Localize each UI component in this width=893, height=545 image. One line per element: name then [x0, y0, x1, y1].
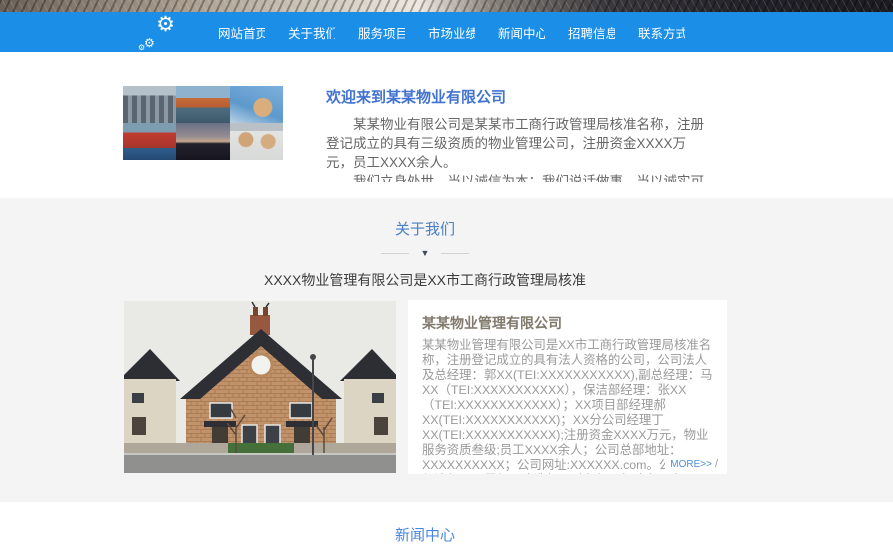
gear-icon: ⚙ [138, 44, 145, 52]
news-heading: 新闻中心 [123, 524, 727, 545]
photo-city-skyline [123, 86, 176, 123]
photo-port-cranes [176, 86, 230, 123]
card-title: 某某物业管理有限公司 [422, 313, 713, 333]
welcome-collage-photo [123, 86, 283, 160]
divider-line [381, 253, 409, 254]
about-card: 某某物业管理有限公司 某某物业管理有限公司是XX市工商行政管理局核准名称，注册登… [408, 300, 727, 474]
photo-dusk-crane [176, 123, 230, 160]
nav-items: 网站首页 关于我们 服务项目 市场业绩 新闻中心 招聘信息 联系方式 [218, 12, 685, 52]
nav-item-about[interactable]: 关于我们 [288, 23, 335, 42]
about-subtitle: XXXX物业管理有限公司是XX市工商行政管理局核准 [123, 270, 727, 290]
welcome-title: 欢迎来到某某物业有限公司 [326, 86, 704, 107]
divider-line [441, 253, 469, 254]
nav-item-news[interactable]: 新闻中心 [498, 23, 545, 42]
nav-item-performance[interactable]: 市场业绩 [428, 23, 475, 42]
banner-photo [0, 0, 893, 12]
gear-icon: ⚙ [144, 37, 155, 49]
photo-worker-plank [230, 86, 283, 123]
welcome-text: 欢迎来到某某物业有限公司 某某物业有限公司是某某市工商行政管理局核准名称，注册登… [326, 86, 704, 182]
gear-icon: ⚙ [156, 14, 175, 35]
about-heading: 关于我们 [123, 218, 727, 239]
house-photo [124, 301, 396, 473]
welcome-paragraph-1: 某某物业有限公司是某某市工商行政管理局核准名称，注册登记成立的具有三级资质的物业… [326, 115, 704, 172]
photo-roof-workers [230, 123, 283, 160]
welcome-section: 欢迎来到某某物业有限公司 某某物业有限公司是某某市工商行政管理局核准名称，注册登… [123, 86, 727, 186]
photo-red-ship [123, 123, 176, 160]
nav-item-services[interactable]: 服务项目 [358, 23, 405, 42]
more-suffix: / [715, 458, 718, 470]
nav-item-contact[interactable]: 联系方式 [638, 23, 685, 42]
about-row: 某某物业管理有限公司 某某物业管理有限公司是XX市工商行政管理局核准名称，注册登… [123, 300, 727, 474]
nav-item-home[interactable]: 网站首页 [218, 23, 265, 42]
more-link[interactable]: MORE>>/ [665, 458, 718, 470]
card-body-text: 某某物业管理有限公司是XX市工商行政管理局核准名称，注册登记成立的具有法人资格的… [422, 338, 713, 474]
heading-divider: ▼ [123, 248, 727, 258]
triangle-down-icon: ▼ [421, 248, 430, 258]
logo-gears-icon[interactable]: ⚙ ⚙ ⚙ [141, 16, 175, 50]
main-nav: ⚙ ⚙ ⚙ 网站首页 关于我们 服务项目 市场业绩 新闻中心 招聘信息 联系方式 [0, 12, 893, 52]
welcome-paragraph-2: 我们立身处世，当以诚信为本；我们说话做事，当以诚实可靠，诚信是我们做人的基本原则… [326, 172, 704, 182]
nav-item-jobs[interactable]: 招聘信息 [568, 23, 615, 42]
about-section: 关于我们 ▼ XXXX物业管理有限公司是XX市工商行政管理局核准 [0, 198, 893, 502]
